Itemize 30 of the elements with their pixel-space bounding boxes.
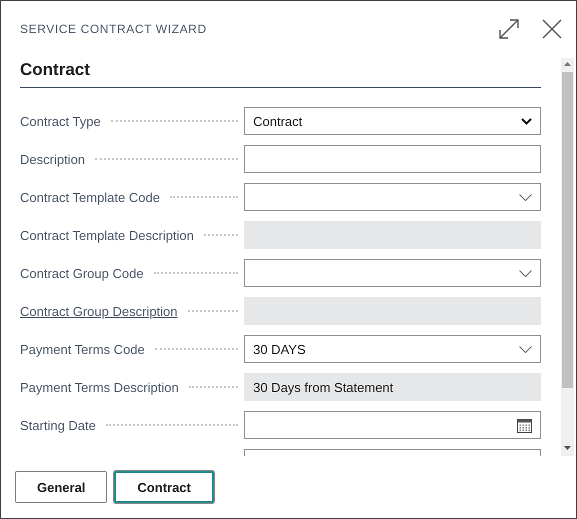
- field-label: Contract Template Code: [20, 190, 160, 204]
- expand-icon[interactable]: [498, 18, 520, 40]
- readonly-field: 30 Days from Statement: [244, 373, 541, 401]
- field-label: Payment Terms Code: [20, 342, 145, 356]
- calendar-icon: [517, 418, 532, 432]
- input-field[interactable]: [244, 145, 541, 173]
- close-icon[interactable]: [542, 18, 562, 38]
- scroll-down-arrow-icon[interactable]: [564, 446, 571, 450]
- field-label: Starting Date: [20, 418, 96, 432]
- chevron-down-icon: [519, 270, 532, 276]
- lookup-field[interactable]: [244, 259, 541, 287]
- field-label: Contract Group Code: [20, 266, 144, 280]
- field-label: Payment Terms Description: [20, 380, 179, 394]
- field-label: Contract Template Description: [20, 228, 194, 242]
- lookup-field[interactable]: [244, 183, 541, 211]
- dropdown-field[interactable]: Contract: [244, 107, 541, 135]
- chevron-down-icon: [519, 194, 532, 200]
- chevron-down-icon: [519, 346, 532, 352]
- scroll-up-arrow-icon[interactable]: [564, 62, 571, 66]
- window-title: SERVICE CONTRACT WIZARD: [20, 22, 208, 36]
- field-label: Contract Type: [20, 114, 101, 128]
- date-field[interactable]: [244, 411, 541, 439]
- section-heading: Contract: [20, 56, 541, 88]
- field-label-link[interactable]: Contract Group Description: [20, 304, 178, 318]
- field-label: Description: [20, 152, 86, 166]
- scrollbar[interactable]: [561, 58, 574, 456]
- chevron-down-icon: [521, 118, 532, 124]
- step-button[interactable]: Contract: [114, 471, 214, 503]
- lookup-field[interactable]: 30 DAYS: [244, 335, 541, 363]
- step-button[interactable]: General: [15, 471, 108, 503]
